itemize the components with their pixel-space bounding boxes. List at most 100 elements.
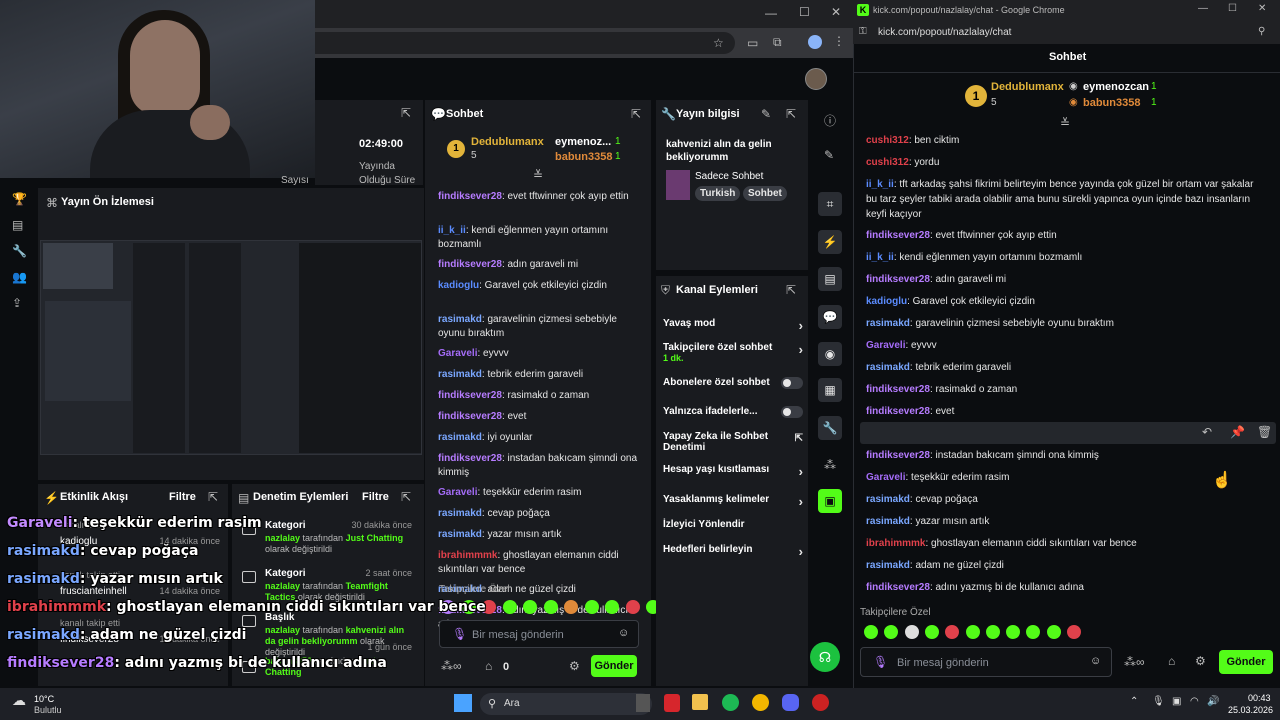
bookmark-star-icon[interactable]: ☆: [713, 36, 724, 50]
channel-action-8[interactable]: Hedefleri belirleyin ›: [663, 544, 803, 559]
chat-username[interactable]: rasimakd: [438, 369, 482, 380]
zoom-search-icon[interactable]: ⚲: [1258, 26, 1265, 37]
points-icon[interactable]: ⁂: [824, 458, 836, 472]
extensions-icon[interactable]: ⧉: [773, 35, 782, 50]
emote-icon[interactable]: [564, 600, 578, 614]
channel-action-6[interactable]: Yasaklanmış kelimeler ›: [663, 494, 803, 509]
media-icon[interactable]: ▤: [12, 218, 23, 232]
volume-icon[interactable]: 🔊: [1207, 696, 1219, 707]
popout-icon[interactable]: ⇱: [631, 107, 641, 121]
moderation-user[interactable]: nazlalay: [265, 581, 300, 591]
pin-icon[interactable]: ≚: [1060, 116, 1070, 130]
chat-input[interactable]: 🎙 Bir mesaj gönderin ☺: [439, 620, 639, 648]
layout-icon[interactable]: ▦: [818, 378, 842, 402]
app-icon-red-2[interactable]: [812, 694, 829, 711]
wrench-icon[interactable]: 🔧: [818, 416, 842, 440]
emote-icon[interactable]: [904, 625, 919, 639]
chat-username[interactable]: findiksever28: [438, 411, 502, 422]
chat-username[interactable]: findiksever28: [438, 390, 502, 401]
chat-username[interactable]: findiksever28: [866, 406, 930, 417]
popout-icon[interactable]: ⇱: [786, 283, 796, 297]
trophy-icon[interactable]: 🏆: [12, 192, 27, 206]
emote-icon[interactable]: [605, 600, 619, 614]
emote-icon[interactable]: [584, 600, 599, 614]
channel-action-3[interactable]: Yalnızca ifadelerle...: [663, 406, 803, 418]
chat-username[interactable]: ii_k_ii: [866, 179, 894, 190]
chat-username[interactable]: findiksever28: [866, 450, 930, 461]
channel-action-1[interactable]: Takipçilere özel sohbet 1 dk. ›: [663, 342, 803, 363]
chat-username[interactable]: findiksever28: [866, 230, 930, 241]
popout-icon[interactable]: ⇱: [401, 490, 411, 504]
edit-pencil-icon[interactable]: ✎: [824, 148, 834, 162]
wifi-icon[interactable]: ◠: [1190, 696, 1199, 707]
info-icon[interactable]: ⓘ: [824, 112, 836, 129]
channel-action-2[interactable]: Abonelere özel sohbet: [663, 377, 803, 389]
chat-username[interactable]: Garaveli: [438, 487, 477, 498]
chat-username[interactable]: rasimakd: [866, 560, 910, 571]
top-gifter-3-name[interactable]: babun3358: [555, 151, 612, 163]
emote-icon[interactable]: [625, 600, 640, 614]
emote-icon[interactable]: [965, 625, 980, 639]
clip-icon[interactable]: ⌗: [818, 192, 842, 216]
popout-url[interactable]: kick.com/popout/nazlalay/chat: [878, 27, 1011, 38]
tag-turkish[interactable]: Turkish: [695, 186, 741, 201]
tray-app-icon[interactable]: ▣: [1172, 696, 1181, 707]
support-headset-icon[interactable]: ☊: [810, 642, 840, 672]
chat-username[interactable]: findiksever28: [438, 191, 502, 202]
chat-username[interactable]: rasimakd: [866, 494, 910, 505]
maximize-icon[interactable]: ☐: [1228, 3, 1237, 14]
chat-username[interactable]: rasimakd: [866, 318, 910, 329]
site-info-icon[interactable]: ⚿: [859, 26, 867, 37]
weather-icon[interactable]: ☁: [12, 692, 26, 709]
popout-icon[interactable]: ⇱: [401, 106, 411, 120]
send-button[interactable]: Gönder: [591, 655, 637, 677]
discord-icon[interactable]: [782, 694, 799, 711]
clock-time[interactable]: 00:43: [1248, 693, 1271, 703]
category-name[interactable]: Sadece Sohbet: [695, 171, 763, 182]
chat-icon[interactable]: 💬: [818, 305, 842, 329]
pin-message-icon[interactable]: 📌: [1230, 425, 1245, 439]
minimize-icon[interactable]: —: [1198, 3, 1208, 14]
address-bar[interactable]: ☆: [315, 32, 735, 54]
close-icon[interactable]: ✕: [831, 5, 841, 19]
chat-username[interactable]: rasimakd: [438, 508, 482, 519]
tray-chevron-icon[interactable]: ⌃: [1130, 696, 1138, 707]
chat-username[interactable]: Garaveli: [438, 348, 477, 359]
mic-icon[interactable]: 🎙: [873, 655, 888, 669]
upload-icon[interactable]: ⇪: [12, 296, 22, 310]
chat-username[interactable]: Garaveli: [866, 340, 905, 351]
profile-avatar[interactable]: [808, 35, 822, 49]
start-windows-icon[interactable]: [454, 694, 472, 712]
wrench-icon[interactable]: 🔧: [12, 244, 27, 258]
channel-action-0[interactable]: Yavaş mod ›: [663, 318, 803, 333]
emote-icon[interactable]: [985, 625, 1000, 639]
stream-preview-video[interactable]: [40, 240, 422, 455]
chat-username[interactable]: Garaveli: [866, 472, 905, 483]
channel-action-7[interactable]: İzleyici Yönlendir: [663, 519, 803, 530]
trash-icon[interactable]: 🗑: [1257, 425, 1272, 439]
emote-icon[interactable]: [1006, 625, 1021, 639]
store-icon[interactable]: ⌂: [485, 659, 492, 673]
chat-username[interactable]: rasimakd: [438, 432, 482, 443]
chat-username[interactable]: kadioglu: [866, 296, 907, 307]
top-gifter-1-name[interactable]: Dedublumanx: [991, 81, 1064, 93]
store-icon[interactable]: ⌂: [1168, 654, 1175, 668]
task-view-icon[interactable]: [636, 694, 650, 712]
toggle-switch[interactable]: [781, 406, 803, 418]
chrome-icon[interactable]: [752, 694, 769, 711]
emoji-icon[interactable]: ☺: [618, 627, 629, 639]
pin-icon[interactable]: ≚: [533, 168, 543, 182]
chat-username[interactable]: rasimakd: [866, 362, 910, 373]
top-gifter-2-name[interactable]: eymenozcan: [1083, 81, 1149, 93]
taskbar-search[interactable]: ⚲ Ara: [480, 693, 652, 715]
settings-gear-icon[interactable]: ⚙: [1195, 654, 1206, 668]
chat-username[interactable]: rasimakd: [438, 529, 482, 540]
broadcast-icon[interactable]: ◉: [818, 342, 842, 366]
top-gifter-3-name[interactable]: babun3358: [1083, 97, 1140, 109]
chat-username[interactable]: ibrahimmmk: [438, 550, 497, 561]
popout-send-button[interactable]: Gönder: [1219, 650, 1273, 674]
chat-username[interactable]: findiksever28: [866, 274, 930, 285]
popout-icon[interactable]: ⇱: [786, 107, 796, 121]
moderation-user[interactable]: nazlalay: [265, 533, 300, 543]
top-gifter-1-name[interactable]: Dedublumanx: [471, 136, 544, 148]
